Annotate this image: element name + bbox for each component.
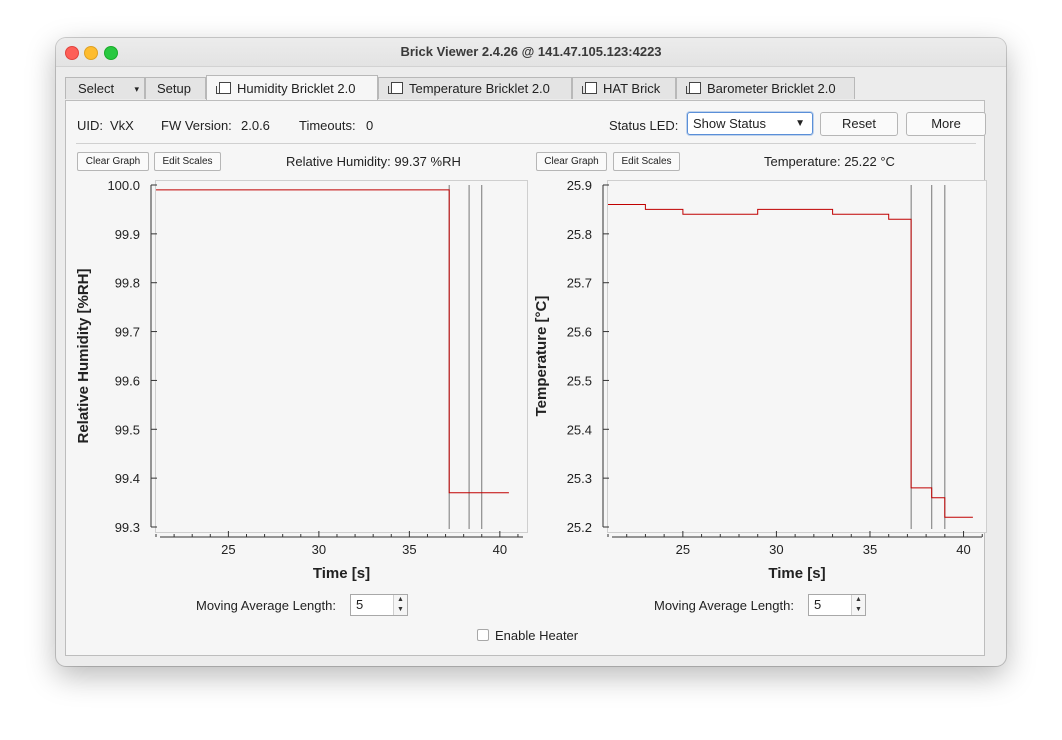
temperature-y-tick-label: 25.9	[567, 178, 592, 193]
humidity-x-tick-label: 40	[493, 542, 507, 557]
tab-temperature-label: Temperature Bricklet 2.0	[409, 81, 550, 96]
temperature-x-axis-label: Time [s]	[768, 565, 825, 582]
tab-temperature-bricklet[interactable]: Temperature Bricklet 2.0	[378, 77, 572, 99]
temperature-x-tick-label: 30	[769, 542, 783, 557]
humidity-y-tick-label: 99.5	[115, 422, 140, 437]
tab-barometer-label: Barometer Bricklet 2.0	[707, 81, 836, 96]
temperature-y-axis-label: Temperature [°C]	[533, 296, 550, 417]
temperature-y-tick-label: 25.2	[567, 520, 592, 535]
tab-hat-brick[interactable]: HAT Brick	[572, 77, 676, 99]
detach-window-icon	[686, 82, 701, 94]
humidity-y-tick-label: 99.4	[115, 471, 140, 486]
tab-barometer-bricklet[interactable]: Barometer Bricklet 2.0	[676, 77, 855, 99]
enable-heater-label: Enable Heater	[495, 628, 579, 643]
humidity-x-axis-label: Time [s]	[313, 565, 370, 582]
spinner-arrows-icon[interactable]: ▲ ▼	[393, 595, 407, 615]
temperature-y-tick-label: 25.4	[567, 422, 592, 437]
humidity-moving-average-label: Moving Average Length:	[196, 598, 336, 613]
temperature-y-tick-label: 25.7	[567, 276, 592, 291]
humidity-x-tick-label: 25	[221, 542, 235, 557]
temperature-series-line	[608, 204, 973, 518]
humidity-x-tick-label: 30	[312, 542, 326, 557]
enable-heater-checkbox[interactable]	[477, 629, 489, 641]
humidity-moving-average-spinner[interactable]: 5 ▲ ▼	[350, 594, 408, 616]
tab-hat-label: HAT Brick	[603, 81, 661, 96]
tab-humidity-bricklet[interactable]: Humidity Bricklet 2.0	[206, 75, 378, 100]
humidity-y-tick-label: 99.3	[115, 520, 140, 535]
humidity-y-tick-label: 100.0	[107, 178, 140, 193]
tab-setup[interactable]: Setup	[145, 77, 206, 99]
title-bar: Brick Viewer 2.4.26 @ 141.47.105.123:422…	[56, 38, 1006, 67]
temperature-moving-average-label: Moving Average Length:	[654, 598, 794, 613]
spinner-arrows-icon[interactable]: ▲ ▼	[851, 595, 865, 615]
humidity-y-tick-label: 99.7	[115, 325, 140, 340]
app-window: Brick Viewer 2.4.26 @ 141.47.105.123:422…	[56, 38, 1006, 666]
temperature-x-tick-label: 25	[676, 542, 690, 557]
tab-humidity-label: Humidity Bricklet 2.0	[237, 81, 356, 96]
temperature-y-tick-label: 25.5	[567, 373, 592, 388]
chevron-down-icon: ▾	[134, 84, 139, 94]
temperature-y-tick-label: 25.6	[567, 325, 592, 340]
temperature-y-tick-label: 25.8	[567, 227, 592, 242]
detach-window-icon	[388, 82, 403, 94]
tab-select-label: Select	[78, 81, 115, 96]
temperature-x-tick-label: 35	[863, 542, 877, 557]
temperature-moving-average-value: 5	[814, 597, 822, 612]
window-title: Brick Viewer 2.4.26 @ 141.47.105.123:422…	[400, 44, 662, 59]
humidity-y-tick-label: 99.9	[115, 227, 140, 242]
tab-setup-label: Setup	[157, 81, 191, 96]
detach-window-icon	[216, 82, 231, 94]
temperature-x-tick-label: 40	[956, 542, 970, 557]
temperature-y-tick-label: 25.3	[567, 471, 592, 486]
tab-select-dropdown[interactable]: Select ▾	[65, 77, 145, 99]
detach-window-icon	[582, 82, 597, 94]
temperature-moving-average-spinner[interactable]: 5 ▲ ▼	[808, 594, 866, 616]
humidity-y-axis-label: Relative Humidity [%RH]	[75, 268, 92, 443]
charts-svg: 100.0 99.9 99.8 99.7 99.6 99.5 99.4 99.3 Relativ…	[75, 178, 983, 582]
bricklet-panel: UID: VkX FW Version: 2.0.6 Timeouts: 0 S…	[65, 100, 987, 656]
humidity-moving-average-value: 5	[356, 597, 364, 612]
humidity-x-tick-label: 35	[402, 542, 416, 557]
humidity-y-tick-label: 99.6	[115, 373, 140, 388]
humidity-series-line	[156, 189, 509, 494]
humidity-y-tick-label: 99.8	[115, 276, 140, 291]
